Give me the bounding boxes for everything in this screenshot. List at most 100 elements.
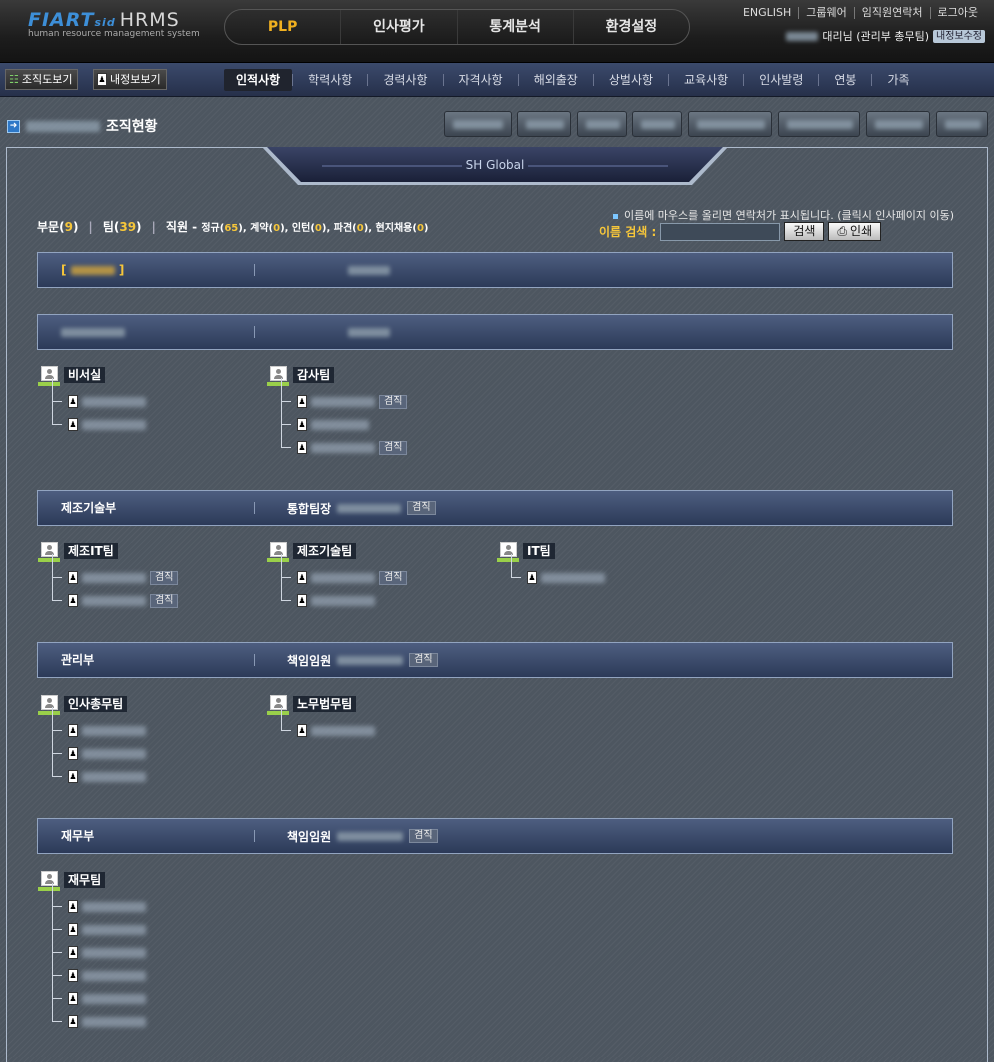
org-summary: 부문(9) | 팀(39) | 직원 - 정규(65), 계약(0), 인턴(0… — [37, 219, 429, 235]
company-tab-4[interactable] — [632, 111, 682, 137]
dept-name[interactable]: 관리부 — [38, 654, 255, 666]
person-icon: ♟ — [527, 571, 537, 584]
team-member[interactable]: ♟ — [52, 883, 258, 918]
app-header: FIARTsid HRMS human resource management s… — [0, 0, 994, 63]
concurrent-badge: 겸직 — [379, 394, 408, 409]
logo-sub-text: sid — [94, 16, 116, 29]
logout-link[interactable]: 로그아웃 — [929, 7, 985, 19]
dept-bar-company — [37, 314, 953, 350]
contract-count: 0 — [273, 223, 281, 234]
main-nav-statistics[interactable]: 통계분석 — [458, 10, 574, 44]
staff-label: 직원 - — [165, 220, 198, 234]
team-member[interactable]: ♟ 겸직 — [52, 577, 258, 612]
company-tab-5[interactable] — [688, 111, 772, 137]
company-header-tab: SH Global — [262, 146, 728, 186]
team-member[interactable]: ♟ — [281, 401, 487, 436]
dept-name[interactable]: 제조기술부 — [38, 502, 255, 514]
tab-training[interactable]: 교육사항 — [668, 74, 743, 86]
dept-head-name-redacted[interactable] — [337, 503, 402, 513]
team-member[interactable]: ♟ — [52, 929, 258, 964]
team-member[interactable]: ♟ — [281, 577, 487, 612]
dept-name[interactable] — [38, 326, 255, 338]
company-tab-1[interactable] — [444, 111, 512, 137]
dispatch-count: 0 — [356, 223, 364, 234]
company-tab-6[interactable] — [778, 111, 860, 137]
team-member[interactable]: ♟ 겸직 — [281, 378, 487, 413]
team-count: 39 — [119, 219, 137, 234]
team-name[interactable]: IT팀 — [523, 543, 555, 559]
main-nav-evaluation[interactable]: 인사평가 — [341, 10, 458, 44]
team-member[interactable]: ♟ 겸직 — [52, 554, 258, 589]
dept-head-label: 책임임원 — [287, 653, 332, 668]
dept-head-name-redacted[interactable] — [337, 655, 404, 665]
search-button-label: 검색 — [793, 224, 816, 238]
edit-my-info-button[interactable]: 내정보수정 — [933, 29, 985, 43]
groupware-link[interactable]: 그룹웨어 — [798, 7, 853, 19]
tab-appointment[interactable]: 인사발령 — [743, 74, 818, 86]
tab-rewards[interactable]: 상벌사항 — [592, 74, 668, 86]
main-nav: PLP 인사평가 통계분석 환경설정 — [224, 9, 690, 45]
person-icon: ♟ — [68, 992, 78, 1005]
team-labor-legal: 노무법무팀 ♟ — [267, 693, 487, 742]
tab-career[interactable]: 경력사항 — [367, 74, 442, 86]
dept-head: 책임임원 겸직 — [255, 828, 438, 845]
tab-salary[interactable]: 연봉 — [818, 74, 871, 86]
intern-label: , 인턴 — [284, 223, 311, 234]
team-icon — [497, 542, 519, 562]
tab-education[interactable]: 학력사항 — [292, 74, 367, 86]
team-member[interactable]: ♟ — [52, 707, 258, 742]
team-name[interactable]: 제조IT팀 — [64, 543, 118, 559]
team-manufacturing-tech: 제조기술팀 ♟ 겸직 ♟ — [267, 540, 487, 612]
user-name-redacted — [786, 31, 819, 41]
company-tab-2[interactable] — [517, 111, 571, 137]
user-info: 대리님 (관리부 총무팀) 내정보수정 — [786, 28, 985, 44]
my-info-view-button[interactable]: ♟ 내정보보기 — [93, 69, 167, 90]
team-member[interactable]: ♟ — [52, 378, 258, 413]
team-member[interactable]: ♟ — [52, 998, 258, 1033]
tab-overseas-trip[interactable]: 해외출장 — [517, 74, 593, 86]
tab-family[interactable]: 가족 — [871, 74, 924, 86]
team-member[interactable]: ♟ — [52, 753, 258, 788]
team-name[interactable]: 노무법무팀 — [293, 696, 357, 712]
concurrent-badge: 겸직 — [407, 501, 436, 515]
team-member[interactable]: ♟ — [52, 975, 258, 1010]
dept-bar-manufacturing-tech: 제조기술부 통합팀장 겸직 — [37, 490, 953, 526]
team-name[interactable]: 감사팀 — [293, 367, 335, 383]
main-nav-settings[interactable]: 환경설정 — [574, 10, 689, 44]
org-chart-view-button[interactable]: ☷ 조직도보기 — [5, 69, 79, 90]
app-logo[interactable]: FIARTsid HRMS human resource management s… — [28, 9, 200, 39]
employee-contacts-link[interactable]: 임직원연락처 — [853, 7, 930, 19]
local-hire-label: , 현지채용 — [368, 223, 413, 234]
dept-name[interactable]: 재무부 — [38, 830, 255, 842]
print-button[interactable]: ⎙ 인쇄 — [828, 222, 882, 241]
team-member[interactable]: ♟ 겸직 — [281, 554, 487, 589]
team-member[interactable]: ♟ — [52, 952, 258, 987]
team-member[interactable]: ♟ — [52, 906, 258, 941]
tab-personal[interactable]: 인적사항 — [224, 69, 293, 91]
english-link[interactable]: ENGLISH — [736, 7, 798, 19]
regular-label: 정규 — [201, 223, 220, 234]
team-member[interactable]: ♟ — [281, 707, 487, 742]
dept-head-name-redacted[interactable] — [337, 831, 404, 841]
team-name[interactable]: 인사총무팀 — [64, 696, 128, 712]
user-title: 대리님 (관리부 총무팀) — [822, 30, 929, 43]
main-nav-plp[interactable]: PLP — [225, 10, 342, 44]
team-name[interactable]: 비서실 — [64, 367, 106, 383]
team-member[interactable]: ♟ — [52, 401, 258, 436]
tab-certification[interactable]: 자격사항 — [442, 74, 518, 86]
search-button[interactable]: 검색 — [784, 222, 825, 241]
dept-name[interactable]: [ ] — [38, 264, 255, 276]
dispatch-label: , 파견 — [326, 223, 353, 234]
company-tab-7[interactable] — [866, 111, 930, 137]
team-member[interactable]: ♟ 겸직 — [281, 424, 487, 459]
company-tab-3[interactable] — [577, 111, 627, 137]
person-icon: ♟ — [297, 594, 307, 607]
name-search-input[interactable] — [660, 222, 781, 241]
company-tab-8[interactable] — [936, 111, 988, 137]
logo-product-text: HRMS — [119, 9, 180, 31]
team-name[interactable]: 제조기술팀 — [293, 543, 357, 559]
team-member[interactable]: ♟ — [511, 554, 717, 589]
team-name[interactable]: 재무팀 — [64, 872, 106, 888]
dept-head — [255, 265, 390, 275]
team-member[interactable]: ♟ — [52, 730, 258, 765]
